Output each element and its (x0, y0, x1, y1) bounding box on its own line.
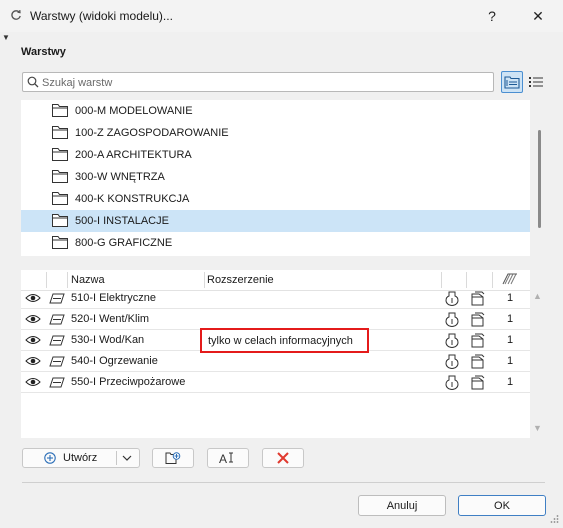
folder-scrollbar[interactable] (538, 130, 541, 228)
intersection-group-value[interactable]: 1 (505, 292, 515, 304)
folder-row[interactable]: 000-M MODELOWANIE (21, 100, 530, 122)
table-row[interactable]: 510-I Elektryczne 1 (21, 288, 530, 309)
extension-highlight: tylko w celach informacyjnych (200, 328, 369, 353)
eye-icon[interactable] (25, 293, 41, 303)
new-folder-icon (165, 452, 181, 464)
layer-name: 520-I Went/Klim (71, 313, 150, 325)
folder-row[interactable]: 800-G GRAFICZNE (21, 232, 530, 254)
ok-button[interactable]: OK (458, 495, 546, 516)
folder-row[interactable]: 100-Z ZAGOSPODAROWANIE (21, 122, 530, 144)
eye-icon[interactable] (25, 335, 41, 345)
list-icon (529, 77, 543, 87)
eye-icon[interactable] (25, 314, 41, 324)
collapse-arrow-icon[interactable]: ▼ (2, 33, 10, 42)
layer-lock-icon[interactable] (49, 356, 65, 367)
delete-icon (277, 452, 289, 464)
wireframe-icon[interactable] (471, 354, 485, 369)
show-hide-icon[interactable] (445, 354, 459, 369)
folder-tree: 000-M MODELOWANIE 100-Z ZAGOSPODAROWANIE… (21, 100, 530, 256)
folder-view-button[interactable] (501, 71, 523, 93)
delete-button[interactable] (262, 448, 304, 468)
folder-icon (52, 148, 68, 161)
folder-label: 100-Z ZAGOSPODAROWANIE (75, 127, 229, 139)
resize-grip-icon[interactable] (549, 514, 559, 524)
layer-lock-icon[interactable] (49, 314, 65, 325)
intersection-group-value[interactable]: 1 (505, 334, 515, 346)
eye-icon[interactable] (25, 377, 41, 387)
create-button[interactable]: Utwórz (22, 448, 140, 468)
folder-icon (52, 104, 68, 117)
folder-row[interactable]: 400-K KONSTRUKCJA (21, 188, 530, 210)
layer-lock-icon[interactable] (49, 377, 65, 388)
window-title: Warstwy (widoki modelu)... (30, 9, 173, 23)
layer-name: 530-I Wod/Kan (71, 334, 145, 346)
plus-circle-icon (44, 452, 56, 464)
rename-button[interactable]: A (207, 448, 249, 468)
folder-label: 500-I INSTALACJE (75, 215, 169, 227)
folder-icon (52, 126, 68, 139)
refresh-icon (11, 9, 21, 20)
folder-label: 000-M MODELOWANIE (75, 105, 193, 117)
folder-icon (52, 192, 68, 205)
search-icon (27, 76, 39, 88)
layer-lock-icon[interactable] (49, 335, 65, 346)
show-hide-icon[interactable] (445, 312, 459, 327)
table-row[interactable]: 520-I Went/Klim 1 (21, 309, 530, 330)
layer-name: 510-I Elektryczne (71, 292, 156, 304)
wireframe-icon[interactable] (471, 333, 485, 348)
divider (22, 482, 545, 483)
show-hide-icon[interactable] (445, 375, 459, 390)
folder-row[interactable]: 200-A ARCHITEKTURA (21, 144, 530, 166)
column-extension-header[interactable]: Rozszerzenie (207, 274, 274, 286)
search-input[interactable] (42, 75, 482, 90)
intersection-group-icon (502, 273, 517, 285)
intersection-group-value[interactable]: 1 (505, 355, 515, 367)
table-row[interactable]: 550-I Przeciwpożarowe 1 (21, 372, 530, 393)
folder-label: 800-G GRAFICZNE (75, 237, 173, 249)
intersection-group-value[interactable]: 1 (505, 376, 515, 388)
rename-icon: A (219, 452, 233, 465)
folder-row-selected[interactable]: 500-I INSTALACJE (21, 210, 530, 232)
folder-label: 200-A ARCHITEKTURA (75, 149, 192, 161)
layer-lock-icon[interactable] (49, 293, 65, 304)
close-button[interactable]: ✕ (516, 0, 560, 32)
help-button[interactable]: ? (470, 0, 514, 32)
folder-label: 300-W WNĘTRZA (75, 171, 165, 183)
extension-text[interactable]: tylko w celach informacyjnych (208, 335, 353, 347)
cancel-button[interactable]: Anuluj (358, 495, 446, 516)
intersection-group-value[interactable]: 1 (505, 313, 515, 325)
scroll-down-arrow-icon[interactable]: ▼ (533, 423, 542, 433)
new-folder-button[interactable] (152, 448, 194, 468)
folder-icon (52, 170, 68, 183)
folder-icon (52, 236, 68, 249)
list-view-button[interactable] (527, 71, 545, 93)
folder-tree-icon (504, 76, 520, 89)
layer-name: 550-I Przeciwpożarowe (71, 376, 186, 388)
wireframe-icon[interactable] (471, 291, 485, 306)
table-row[interactable]: 540-I Ogrzewanie 1 (21, 351, 530, 372)
chevron-down-icon[interactable] (122, 455, 132, 461)
eye-icon[interactable] (25, 356, 41, 366)
folder-row[interactable]: 300-W WNĘTRZA (21, 166, 530, 188)
section-title: Warstwy (21, 46, 66, 58)
folder-label: 400-K KONSTRUKCJA (75, 193, 190, 205)
wireframe-icon[interactable] (471, 312, 485, 327)
layer-name: 540-I Ogrzewanie (71, 355, 158, 367)
search-field[interactable] (22, 72, 494, 92)
wireframe-icon[interactable] (471, 375, 485, 390)
show-hide-icon[interactable] (445, 333, 459, 348)
create-label: Utwórz (63, 452, 98, 464)
column-name-header[interactable]: Nazwa (71, 274, 105, 286)
show-hide-icon[interactable] (445, 291, 459, 306)
svg-text:A: A (219, 452, 227, 465)
scroll-up-arrow-icon[interactable]: ▲ (533, 291, 542, 301)
folder-icon (52, 214, 68, 227)
title-bar: Warstwy (widoki modelu)... ? ✕ (0, 0, 563, 32)
